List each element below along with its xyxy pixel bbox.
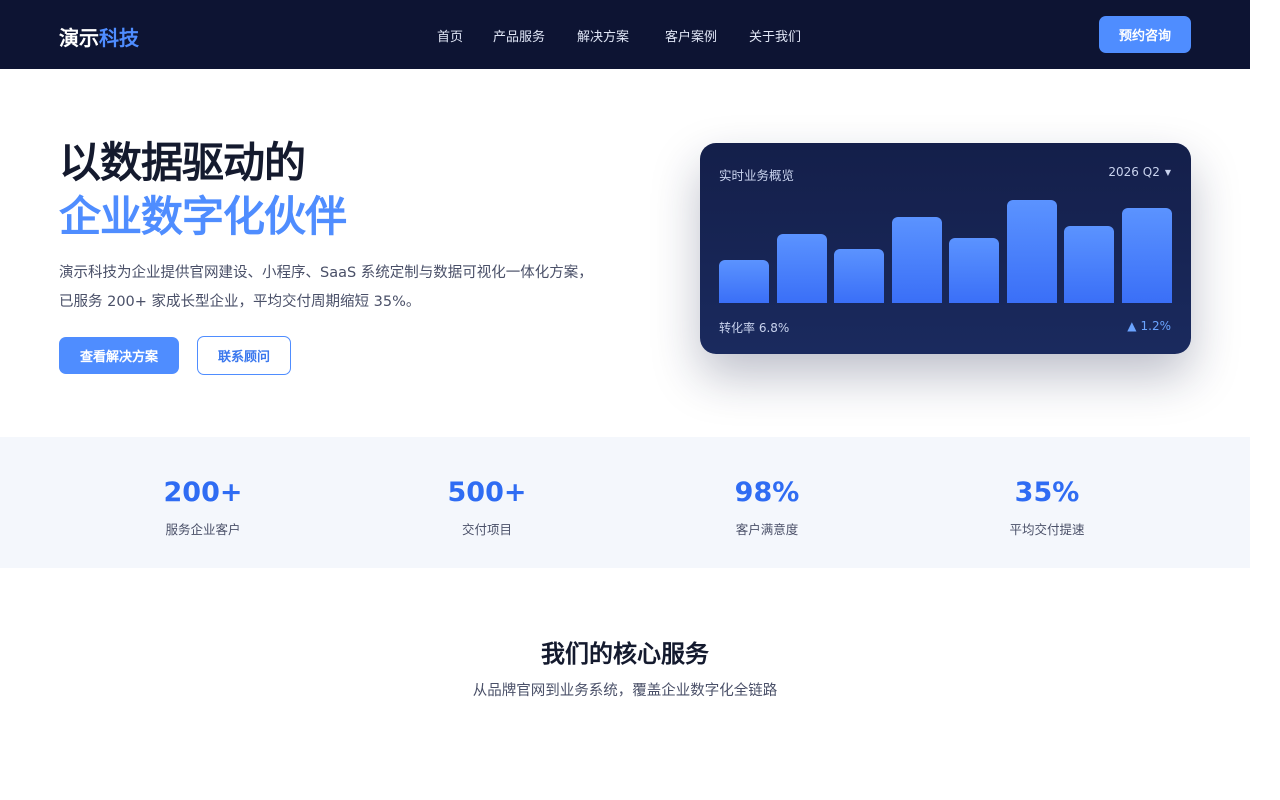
chart-bar bbox=[891, 217, 942, 303]
hero-description: 演示科技为企业提供官网建设、小程序、SaaS 系统定制与数据可视化一体化方案， … bbox=[59, 259, 659, 317]
hero-title-line2: 企业数字化伙伴 bbox=[59, 192, 347, 241]
stat-value: 200+ bbox=[163, 477, 243, 508]
services-title: 我们的核心服务 bbox=[541, 640, 709, 668]
period-selector[interactable]: 2026 Q2 ▼ bbox=[1108, 165, 1171, 179]
conversion-rate: 转化率 6.8% bbox=[719, 321, 790, 335]
chart-bar bbox=[1121, 208, 1172, 303]
bar-chart bbox=[719, 191, 1172, 303]
chart-bar bbox=[776, 234, 827, 303]
hero-description-line2: 已服务 200+ 家成长型企业，平均交付周期缩短 35%。 bbox=[59, 294, 421, 310]
stat-speedup: 35% 平均交付提速 bbox=[957, 476, 1137, 538]
chart-bar bbox=[834, 249, 884, 303]
stat-value: 98% bbox=[734, 477, 800, 508]
business-overview-card: 实时业务概览 2026 Q2 ▼ 转化率 6.8% ▲ 1.2% bbox=[700, 143, 1191, 354]
stat-clients: 200+ 服务企业客户 bbox=[113, 476, 293, 538]
hero-description-line1: 演示科技为企业提供官网建设、小程序、SaaS 系统定制与数据可视化一体化方案， bbox=[59, 265, 593, 281]
change-value: 1.2% bbox=[1140, 319, 1172, 333]
nav-links: 首页 产品服务 解决方案 客户案例 关于我们 bbox=[437, 26, 819, 45]
chart-bar bbox=[1006, 200, 1057, 303]
triangle-up-icon: ▲ bbox=[1127, 319, 1137, 333]
stat-satisfaction: 98% 客户满意度 bbox=[677, 476, 857, 538]
stat-projects: 500+ 交付项目 bbox=[397, 476, 577, 538]
services-subtitle: 从品牌官网到业务系统，覆盖企业数字化全链路 bbox=[472, 683, 778, 699]
stats-section: 200+ 服务企业客户 500+ 交付项目 98% 客户满意度 35% 平均交付… bbox=[0, 437, 1250, 568]
chart-bar bbox=[1064, 226, 1114, 303]
hero-title: 以数据驱动的 企业数字化伙伴 bbox=[59, 136, 347, 244]
hero-title-line1: 以数据驱动的 bbox=[59, 138, 306, 187]
chart-bar bbox=[719, 260, 769, 303]
book-consultation-button[interactable]: 预约咨询 bbox=[1099, 16, 1191, 53]
logo-main-text: 演示 bbox=[59, 26, 99, 50]
stat-label: 服务企业客户 bbox=[165, 522, 241, 537]
stat-label: 平均交付提速 bbox=[1009, 522, 1085, 537]
chart-bar bbox=[949, 238, 999, 303]
period-label: 2026 Q2 bbox=[1108, 165, 1160, 179]
nav-link-home[interactable]: 首页 bbox=[437, 26, 493, 45]
stat-label: 客户满意度 bbox=[735, 522, 799, 537]
nav-link-solutions[interactable]: 解决方案 bbox=[577, 26, 665, 45]
logo[interactable]: 演示科技 bbox=[59, 22, 139, 51]
nav-link-cases[interactable]: 客户案例 bbox=[665, 26, 749, 45]
caret-down-icon: ▼ bbox=[1164, 167, 1171, 177]
stat-value: 35% bbox=[1014, 477, 1080, 508]
view-solutions-button[interactable]: 查看解决方案 bbox=[59, 337, 179, 374]
contact-advisor-button[interactable]: 联系顾问 bbox=[197, 336, 291, 375]
card-title: 实时业务概览 bbox=[719, 168, 795, 183]
stat-label: 交付项目 bbox=[461, 522, 512, 537]
logo-accent-text: 科技 bbox=[99, 26, 139, 50]
nav-link-products[interactable]: 产品服务 bbox=[493, 26, 577, 45]
nav-link-about[interactable]: 关于我们 bbox=[749, 26, 819, 45]
change-indicator: ▲ 1.2% bbox=[1127, 319, 1171, 333]
navbar: 演示科技 首页 产品服务 解决方案 客户案例 关于我们 预约咨询 bbox=[0, 0, 1250, 69]
stat-value: 500+ bbox=[447, 477, 527, 508]
